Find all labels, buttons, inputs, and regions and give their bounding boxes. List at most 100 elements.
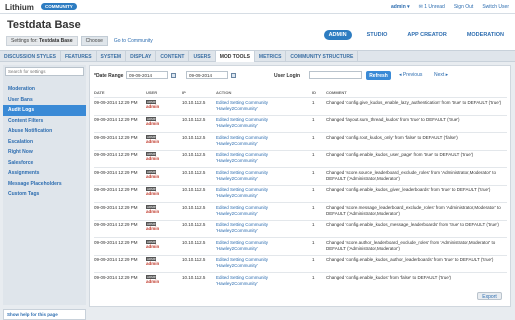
- tab-system[interactable]: SYSTEM: [97, 51, 127, 62]
- action-link[interactable]: Edited Setting Community 'Hawley2Communi…: [216, 117, 308, 129]
- sidebar-item-assignments[interactable]: Assignments: [3, 168, 86, 179]
- user-link[interactable]: admin: [146, 156, 159, 161]
- action-link[interactable]: Edited Setting Community 'Hawley2Communi…: [216, 222, 308, 234]
- top-nav: admin ▾ ✉ 1 Unread Sign Out Switch User: [391, 4, 509, 10]
- sign-out-link[interactable]: Sign Out: [454, 4, 473, 10]
- user-link[interactable]: admin: [146, 209, 159, 214]
- tab-studio[interactable]: STUDIO: [362, 30, 393, 40]
- table-row: 09-09-2014 12:29 PM ADMIN admin 10.10.112.5…: [94, 184, 507, 200]
- user-link[interactable]: admin: [146, 226, 159, 231]
- switch-user-link[interactable]: Switch User: [482, 4, 509, 10]
- user-link[interactable]: admin: [146, 244, 159, 249]
- table-row: 09-09-2014 12:29 PM ADMIN admin 10.10.112.5…: [94, 219, 507, 235]
- user-cell: ADMIN admin: [146, 117, 174, 127]
- action-link[interactable]: Edited Setting Community 'Hawley2Communi…: [216, 205, 308, 217]
- show-help-link[interactable]: Show help for this page: [3, 309, 86, 320]
- ip-cell: 10.10.112.5: [182, 134, 206, 140]
- action-link[interactable]: Edited Setting Community 'Hawley2Communi…: [216, 240, 308, 252]
- user-link[interactable]: admin: [146, 191, 159, 196]
- date-cell: 09-09-2014 12:29 PM: [94, 169, 138, 175]
- to-date-input[interactable]: [186, 71, 228, 79]
- tab-app-creator[interactable]: APP CREATOR: [402, 30, 451, 40]
- sidebar-item-custom-tags[interactable]: Custom Tags: [3, 189, 86, 200]
- next-link[interactable]: Next ▸: [434, 72, 448, 78]
- id-cell: 1: [312, 134, 315, 140]
- date-cell: 09-09-2014 12:29 PM: [94, 99, 138, 105]
- col-comment[interactable]: COMMENT: [326, 90, 347, 95]
- date-cell: 09-09-2014 12:29 PM: [94, 117, 138, 122]
- col-id[interactable]: ID: [312, 90, 316, 95]
- user-link[interactable]: admin: [146, 261, 159, 266]
- from-date-input[interactable]: [126, 71, 168, 79]
- comment-cell: Changed 'config.enable_kudos_message_lea…: [326, 222, 499, 227]
- user-cell: ADMIN admin: [146, 204, 174, 215]
- tab-discussion-styles[interactable]: DISCUSSION STYLES: [0, 51, 61, 62]
- calendar-icon[interactable]: [231, 73, 236, 78]
- col-ip[interactable]: IP: [182, 90, 186, 95]
- sidebar-item-abuse-notification[interactable]: Abuse Notification: [3, 126, 86, 137]
- col-date[interactable]: DATE: [94, 90, 105, 95]
- col-action[interactable]: ACTION: [216, 90, 231, 95]
- tab-moderation[interactable]: MODERATION: [462, 30, 509, 40]
- tab-features[interactable]: FEATURES: [61, 51, 97, 62]
- action-link[interactable]: Edited Setting Community 'Hawley2Communi…: [216, 152, 308, 164]
- ip-cell: 10.10.112.5: [182, 239, 206, 245]
- tab-community-structure[interactable]: COMMUNITY STRUCTURE: [286, 51, 359, 62]
- tab-mod-tools[interactable]: MOD TOOLS: [215, 51, 255, 62]
- action-link[interactable]: Edited Setting Community 'Hawley2Communi…: [216, 135, 308, 147]
- tab-display[interactable]: DISPLAY: [126, 51, 157, 62]
- sidebar-item-message-placeholders[interactable]: Message Placeholders: [3, 179, 86, 190]
- id-cell: 1: [312, 187, 315, 192]
- action-link[interactable]: Edited Setting Community 'Hawley2Communi…: [216, 187, 308, 199]
- choose-button[interactable]: Choose: [80, 36, 108, 46]
- tab-users[interactable]: USERS: [189, 51, 216, 62]
- user-link[interactable]: admin: [146, 174, 159, 179]
- user-cell: ADMIN admin: [146, 187, 174, 197]
- settings-search-input[interactable]: [5, 67, 84, 76]
- refresh-button[interactable]: Refresh: [366, 71, 391, 80]
- sidebar-item-audit-logs[interactable]: Audit Logs: [3, 105, 86, 116]
- user-link[interactable]: admin: [146, 279, 159, 284]
- date-cell: 09-09-2014 12:29 PM: [94, 134, 138, 140]
- user-cell: ADMIN admin: [146, 222, 174, 232]
- tab-content[interactable]: CONTENT: [156, 51, 190, 62]
- id-cell: 1: [312, 99, 315, 105]
- unread-link[interactable]: ✉ 1 Unread: [419, 4, 445, 10]
- community-badge[interactable]: COMMUNITY: [41, 3, 77, 10]
- action-link[interactable]: Edited Setting Community 'Hawley2Communi…: [216, 257, 308, 269]
- comment-cell: Changed 'config.enable_kudos' from 'fals…: [326, 274, 452, 280]
- user-link[interactable]: admin: [146, 104, 159, 109]
- action-link[interactable]: Edited Setting Community 'Hawley2Communi…: [216, 170, 308, 182]
- calendar-icon[interactable]: [171, 73, 176, 78]
- tab-admin[interactable]: ADMIN: [323, 30, 352, 40]
- user-link[interactable]: admin: [146, 139, 159, 144]
- sidebar-item-right-now[interactable]: Right Now: [3, 147, 86, 158]
- go-to-community-link[interactable]: Go to Community: [114, 38, 153, 44]
- date-cell: 09-09-2014 12:29 PM: [94, 222, 138, 227]
- user-link[interactable]: admin: [146, 121, 159, 126]
- sidebar-item-content-filters[interactable]: Content Filters: [3, 116, 86, 127]
- date-cell: 09-09-2014 12:29 PM: [94, 152, 138, 157]
- action-link[interactable]: Edited Setting Community 'Hawley2Communi…: [216, 275, 308, 287]
- sidebar-item-user-bans[interactable]: User Bans: [3, 95, 86, 106]
- tab-metrics[interactable]: METRICS: [255, 51, 287, 62]
- action-link[interactable]: Edited Setting Community 'Hawley2Communi…: [216, 100, 308, 112]
- col-user[interactable]: USER: [146, 90, 157, 95]
- settings-for-bar: Settings for: Testdata Base Choose Go to…: [6, 36, 153, 46]
- user-menu[interactable]: admin ▾: [391, 4, 410, 10]
- sidebar-item-salesforce[interactable]: Salesforce: [3, 158, 86, 169]
- ip-cell: 10.10.112.5: [182, 152, 206, 157]
- export-button[interactable]: Export: [477, 292, 502, 300]
- sidebar-item-escalation[interactable]: Escalation: [3, 137, 86, 148]
- table-row: 09-09-2014 12:29 PM ADMIN admin 10.10.112.5…: [94, 97, 507, 112]
- lithium-logo[interactable]: Lithium: [5, 3, 34, 12]
- top-bar: Lithium COMMUNITY admin ▾ ✉ 1 Unread Sig…: [0, 0, 515, 14]
- previous-link[interactable]: ◂ Previous: [399, 72, 422, 78]
- table-row: 09-09-2014 12:29 PM ADMIN admin 10.10.112.5…: [94, 272, 507, 287]
- ip-cell: 10.10.112.5: [182, 257, 206, 262]
- id-cell: 1: [312, 222, 315, 227]
- user-login-input[interactable]: [309, 71, 362, 79]
- user-cell: ADMIN admin: [146, 134, 174, 145]
- sidebar-item-moderation[interactable]: Moderation: [3, 84, 86, 95]
- user-cell: ADMIN admin: [146, 169, 174, 180]
